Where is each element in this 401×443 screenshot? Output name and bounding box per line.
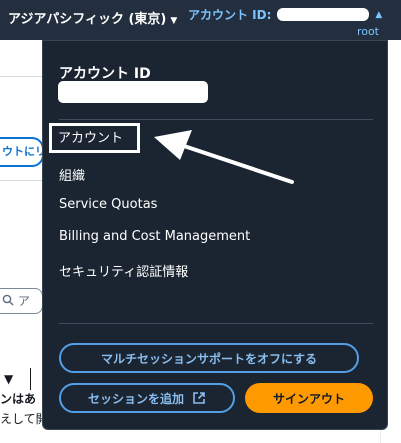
user-role: root <box>356 25 379 38</box>
annotation-arrow-icon <box>154 130 294 184</box>
account-id-heading: アカウント ID <box>59 66 151 82</box>
background-search-input[interactable]: ア <box>0 288 43 314</box>
search-fragment: ア <box>17 294 30 308</box>
background-page: ウトにリ ア ▼ ンはあ えして開 <box>0 40 44 443</box>
caret-up-icon: ▲ <box>375 9 383 20</box>
menu-item-organizations[interactable]: 組織 <box>59 165 85 184</box>
caret-down-icon: ▼ <box>170 16 178 26</box>
external-link-icon <box>193 392 205 404</box>
sign-out-label: サインアウト <box>272 391 345 406</box>
background-text: えして開 <box>0 412 44 426</box>
account-id-label: アカウント ID: <box>188 8 272 22</box>
region-label: アジアパシフィック (東京) <box>8 12 167 27</box>
redacted-account-id-box <box>58 81 208 103</box>
top-nav-bar: アジアパシフィック (東京) ▼ アカウント ID: ▲ root <box>0 0 401 40</box>
search-icon <box>2 294 14 306</box>
divider <box>59 323 373 324</box>
multi-session-toggle-button[interactable]: マルチセッションサポートをオフにする <box>59 343 359 373</box>
background-button[interactable]: ウトにリ <box>0 137 44 167</box>
menu-item-billing[interactable]: Billing and Cost Management <box>59 229 250 244</box>
add-session-label: セッションを追加 <box>87 391 184 406</box>
divider <box>0 76 44 77</box>
redacted-account-id <box>277 8 370 21</box>
account-menu-toggle[interactable]: アカウント ID: ▲ <box>188 6 382 23</box>
region-selector[interactable]: アジアパシフィック (東京) ▼ <box>8 8 177 27</box>
menu-item-security-credentials[interactable]: セキュリティ認証情報 <box>59 261 188 280</box>
menu-item-account[interactable]: アカウント <box>49 123 140 153</box>
account-dropdown-menu: アカウント ID アカウント 組織 Service Quotas Billing… <box>42 40 388 430</box>
separator <box>30 368 31 390</box>
sign-out-button[interactable]: サインアウト <box>245 383 373 413</box>
divider <box>0 180 44 181</box>
caret-down-icon[interactable]: ▼ <box>4 372 13 386</box>
multi-session-label: マルチセッションサポートをオフにする <box>100 351 318 366</box>
add-session-button[interactable]: セッションを追加 <box>59 383 235 413</box>
background-text: ンはあ <box>0 392 37 406</box>
